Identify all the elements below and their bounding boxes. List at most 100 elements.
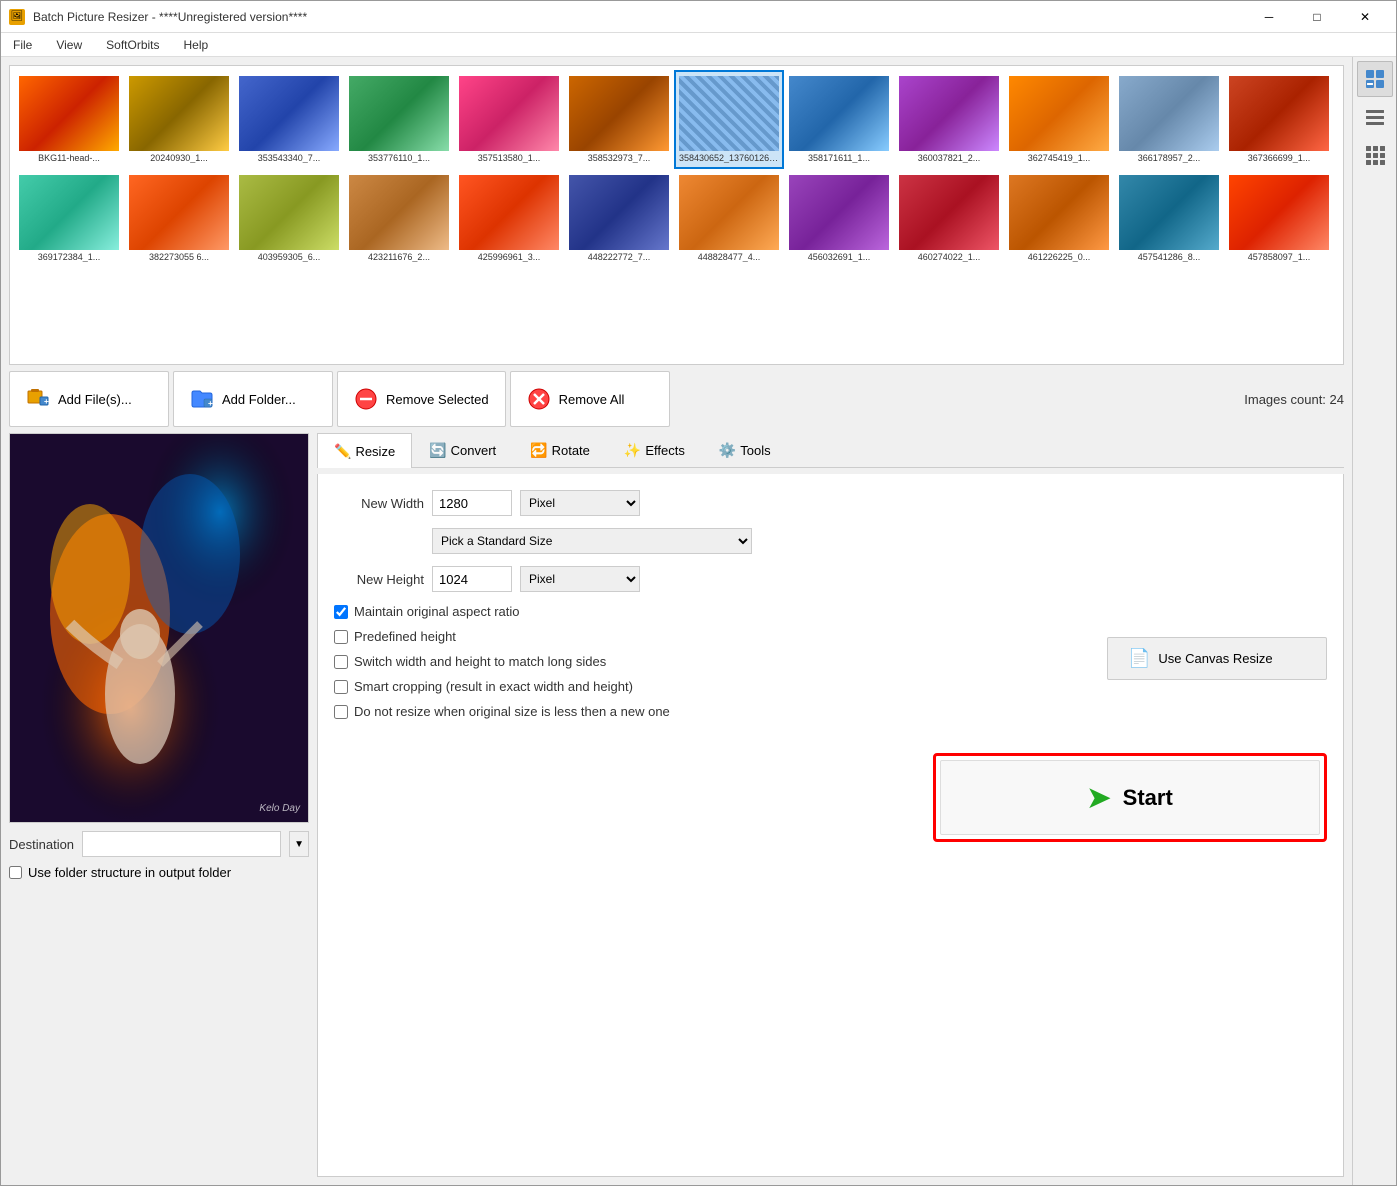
gallery-item[interactable]: 369172384_1...: [14, 169, 124, 268]
app-icon: 🖼: [9, 9, 25, 25]
tab-effects[interactable]: ✨ Effects: [607, 433, 702, 467]
thumbnail-image: [239, 175, 339, 250]
thumbnail-label: 448222772_7...: [569, 252, 669, 262]
gallery-item[interactable]: 448222772_7...: [564, 169, 674, 268]
svg-text:+: +: [44, 397, 49, 406]
predefined-height-label: Predefined height: [354, 629, 456, 644]
thumbnail-label: 457858097_1...: [1229, 252, 1329, 262]
menu-help[interactable]: Help: [180, 36, 213, 54]
menu-bar: File View SoftOrbits Help: [1, 33, 1396, 57]
switch-sides-checkbox[interactable]: [334, 655, 348, 669]
thumbnail-label: BKG11-head-...: [19, 153, 119, 163]
sidebar-tool-thumbnails[interactable]: [1357, 61, 1393, 97]
rotate-tab-icon: 🔁: [530, 442, 547, 459]
gallery-item[interactable]: BKG11-head-...: [14, 70, 124, 169]
gallery-item[interactable]: 425996961_3...: [454, 169, 564, 268]
use-folder-row: Use folder structure in output folder: [9, 865, 309, 880]
thumbnails-icon: [1365, 69, 1385, 89]
gallery-item[interactable]: 382273055 6...: [124, 169, 234, 268]
tab-tools[interactable]: ⚙️ Tools: [702, 433, 788, 467]
use-folder-checkbox[interactable]: [9, 866, 22, 879]
close-button[interactable]: ✕: [1342, 1, 1388, 33]
remove-all-icon: [527, 387, 551, 411]
thumbnail-label: 461226225_0...: [1009, 252, 1109, 262]
gallery-item[interactable]: 358430652_1376012682955585_489719305 986…: [674, 70, 784, 169]
remove-selected-button[interactable]: Remove Selected: [337, 371, 506, 427]
remove-all-button[interactable]: Remove All: [510, 371, 670, 427]
remove-selected-icon: [354, 387, 378, 411]
gallery-item[interactable]: 353776110_1...: [344, 70, 454, 169]
svg-text:+: +: [208, 399, 213, 408]
gallery-item[interactable]: 448828477_4...: [674, 169, 784, 268]
destination-browse-button[interactable]: ▼: [289, 831, 309, 857]
menu-softorbits[interactable]: SoftOrbits: [102, 36, 163, 54]
thumbnail-image: [899, 175, 999, 250]
gallery-item[interactable]: 360037821_2...: [894, 70, 1004, 169]
width-input[interactable]: [432, 490, 512, 516]
checkboxes-group: Predefined height Switch width and heigh…: [334, 629, 1091, 729]
right-sidebar: [1352, 57, 1396, 1185]
width-label: New Width: [334, 496, 424, 511]
gallery-item[interactable]: 366178957_2...: [1114, 70, 1224, 169]
gallery-item[interactable]: 358171611_1...: [784, 70, 894, 169]
gallery-item[interactable]: 362745419_1...: [1004, 70, 1114, 169]
add-files-button[interactable]: + Add File(s)...: [9, 371, 169, 427]
effects-tab-icon: ✨: [624, 442, 641, 459]
predefined-height-checkbox[interactable]: [334, 630, 348, 644]
gallery-item[interactable]: 20240930_1...: [124, 70, 234, 169]
thumbnail-image: [569, 76, 669, 151]
menu-file[interactable]: File: [9, 36, 36, 54]
gallery-item[interactable]: 456032691_1...: [784, 169, 894, 268]
canvas-resize-icon: 📄: [1128, 648, 1150, 669]
maintain-aspect-checkbox[interactable]: [334, 605, 348, 619]
tab-resize[interactable]: ✏️ Resize: [317, 433, 412, 468]
thumbnail-image: [459, 175, 559, 250]
no-upscale-checkbox[interactable]: [334, 705, 348, 719]
gallery-item[interactable]: 403959305_6...: [234, 169, 344, 268]
start-button[interactable]: ➤ Start: [940, 760, 1320, 835]
thumbnail-label: 403959305_6...: [239, 252, 339, 262]
thumbnail-image: [239, 76, 339, 151]
gallery-item[interactable]: 457541286_8...: [1114, 169, 1224, 268]
gallery-item[interactable]: 358532973_7...: [564, 70, 674, 169]
grid-icon: [1365, 145, 1385, 165]
gallery-item[interactable]: 423211676_2...: [344, 169, 454, 268]
thumbnail-image: [1009, 76, 1109, 151]
thumbnail-image: [1009, 175, 1109, 250]
thumbnail-image: [789, 175, 889, 250]
canvas-resize-label: Use Canvas Resize: [1158, 651, 1272, 666]
preview-image-inner: [10, 434, 308, 822]
switch-sides-row: Switch width and height to match long si…: [334, 654, 1091, 669]
start-label: Start: [1123, 785, 1173, 811]
height-input[interactable]: [432, 566, 512, 592]
destination-input[interactable]: [82, 831, 281, 857]
sidebar-tool-grid[interactable]: [1357, 137, 1393, 173]
thumbnail-image: [1119, 76, 1219, 151]
minimize-button[interactable]: ─: [1246, 1, 1292, 33]
image-gallery[interactable]: BKG11-head-... 20240930_1...353543340_7..…: [9, 65, 1344, 365]
tools-tab-label: Tools: [740, 443, 770, 458]
maximize-button[interactable]: □: [1294, 1, 1340, 33]
gallery-item[interactable]: 460274022_1...: [894, 169, 1004, 268]
tab-convert[interactable]: 🔄 Convert: [412, 433, 513, 467]
sidebar-tool-list[interactable]: [1357, 99, 1393, 135]
menu-view[interactable]: View: [52, 36, 86, 54]
add-folder-icon: +: [190, 387, 214, 411]
smart-crop-checkbox[interactable]: [334, 680, 348, 694]
gallery-item[interactable]: 357513580_1...: [454, 70, 564, 169]
gallery-item[interactable]: 353543340_7...: [234, 70, 344, 169]
standard-size-select[interactable]: Pick a Standard Size: [432, 528, 752, 554]
gallery-item[interactable]: 367366699_1...: [1224, 70, 1334, 169]
add-folder-button[interactable]: + Add Folder...: [173, 371, 333, 427]
thumbnail-image: [19, 175, 119, 250]
gallery-item[interactable]: 457858097_1...: [1224, 169, 1334, 268]
smart-crop-row: Smart cropping (result in exact width an…: [334, 679, 1091, 694]
width-unit-select[interactable]: Pixel Percent cm mm inch: [520, 490, 640, 516]
canvas-resize-button[interactable]: 📄 Use Canvas Resize: [1107, 637, 1327, 680]
height-unit-select[interactable]: Pixel Percent cm mm inch: [520, 566, 640, 592]
gallery-item[interactable]: 461226225_0...: [1004, 169, 1114, 268]
tab-rotate[interactable]: 🔁 Rotate: [513, 433, 607, 467]
window-controls: ─ □ ✕: [1246, 1, 1388, 33]
thumbnail-image: [349, 76, 449, 151]
destination-row: Destination ▼: [9, 831, 309, 857]
